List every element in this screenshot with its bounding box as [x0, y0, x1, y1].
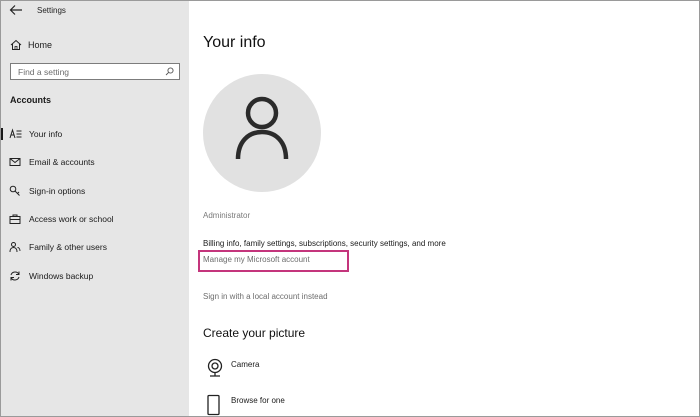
sidebar-item-label: Access work or school: [29, 214, 114, 224]
search-input[interactable]: Find a setting: [10, 63, 180, 80]
sidebar-item-windows-backup[interactable]: Windows backup: [1, 265, 189, 287]
home-icon: [10, 39, 22, 50]
tablet-icon: [207, 394, 220, 416]
sidebar: Settings Home Find a setting Accounts Yo…: [1, 1, 189, 416]
webcam-icon: [207, 358, 223, 377]
avatar: [203, 74, 321, 192]
sidebar-item-home[interactable]: Home: [1, 35, 189, 55]
billing-info-text: Billing info, family settings, subscript…: [203, 239, 446, 248]
sidebar-item-label: Email & accounts: [29, 157, 95, 167]
search-icon: [165, 67, 174, 76]
sidebar-item-sign-in-options[interactable]: Sign-in options: [1, 180, 189, 202]
camera-option[interactable]: Camera: [203, 356, 403, 380]
sync-icon: [10, 271, 20, 281]
camera-label: Camera: [231, 360, 260, 369]
active-indicator: [1, 128, 3, 140]
account-name: Administrator: [203, 211, 251, 220]
sidebar-item-label: Windows backup: [29, 271, 94, 281]
browse-option[interactable]: Browse for one: [203, 392, 403, 416]
back-arrow-icon[interactable]: [9, 4, 23, 16]
title-bar: Settings: [1, 1, 189, 21]
search-placeholder: Find a setting: [18, 67, 70, 77]
user-silhouette-icon: [235, 96, 289, 160]
briefcase-icon: [9, 214, 21, 224]
key-icon: [9, 185, 20, 196]
home-label: Home: [28, 40, 53, 50]
sidebar-item-family-users[interactable]: Family & other users: [1, 236, 189, 258]
sidebar-item-label: Sign-in options: [29, 186, 86, 196]
main-panel: Your info Administrator Billing info, fa…: [190, 1, 698, 416]
create-picture-heading: Create your picture: [203, 326, 306, 340]
browse-label: Browse for one: [231, 396, 285, 405]
section-title: Accounts: [10, 95, 52, 105]
mail-icon: [9, 158, 21, 166]
person-card-icon: [9, 128, 22, 139]
sidebar-item-email-accounts[interactable]: Email & accounts: [1, 151, 189, 173]
local-account-link[interactable]: Sign in with a local account instead: [203, 292, 328, 301]
sidebar-item-label: Family & other users: [29, 242, 107, 252]
sidebar-item-access-work[interactable]: Access work or school: [1, 208, 189, 230]
page-title: Your info: [203, 34, 266, 51]
manage-account-link[interactable]: Manage my Microsoft account: [203, 255, 310, 264]
sidebar-item-label: Your info: [29, 129, 63, 139]
sidebar-item-your-info[interactable]: Your info: [1, 123, 189, 145]
app-title: Settings: [37, 6, 66, 15]
people-icon: [9, 242, 21, 253]
